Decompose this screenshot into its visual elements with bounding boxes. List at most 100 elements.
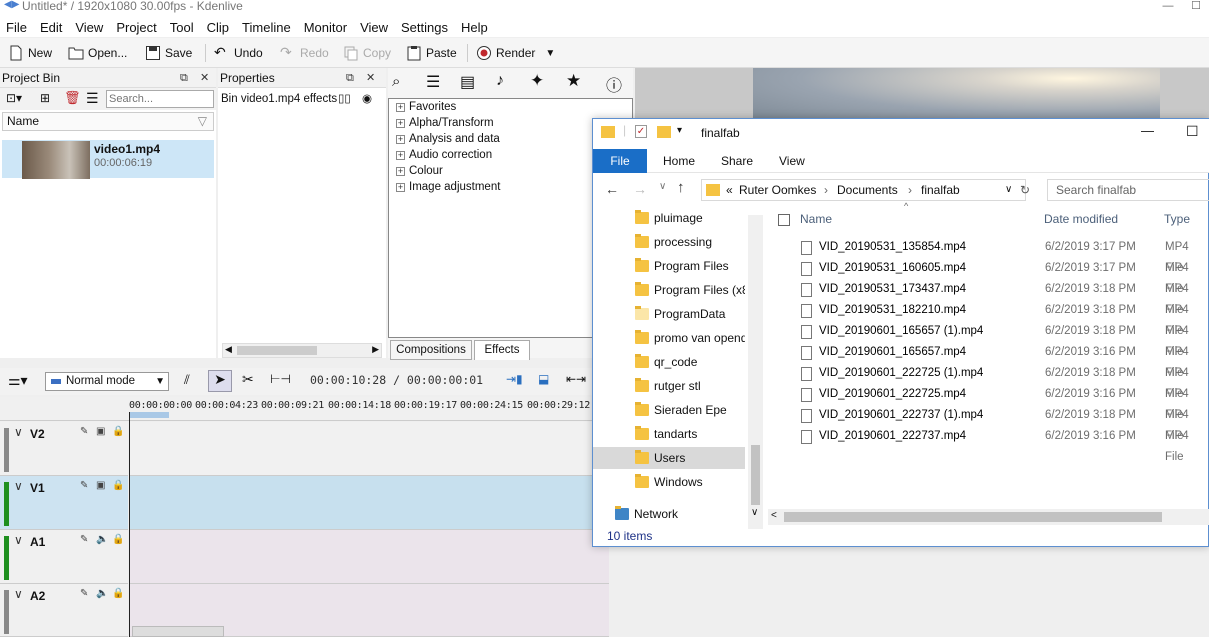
file-row[interactable]: VID_20190531_135854.mp4 6/2/2019 3:17 PM M…	[768, 237, 1209, 274]
effect-icon[interactable]: ✎	[80, 426, 88, 437]
address-bar[interactable]: « Ruter Oomkes › Documents › finalfab ∨ …	[701, 179, 1030, 201]
spacer-tool-icon[interactable]: ⊢⊣	[270, 372, 291, 386]
render-dropdown-icon[interactable]: ▼	[545, 48, 555, 59]
nav-folder[interactable]: promo van opendag	[635, 327, 745, 349]
file-row[interactable]: VID_20190601_222725.mp4 6/2/2019 3:16 PM M…	[768, 384, 1209, 421]
snap-icon[interactable]: ⫽	[184, 372, 190, 388]
expand-icon[interactable]: +	[396, 167, 405, 176]
nav-network[interactable]: Network	[615, 503, 725, 525]
track-area-v1[interactable]	[129, 476, 609, 530]
razor-tool-icon[interactable]: ✂	[242, 371, 254, 388]
timeline-settings-icon[interactable]: ⚌▾	[8, 372, 28, 389]
file-row[interactable]: VID_20190601_165657.mp4 6/2/2019 3:16 PM M…	[768, 342, 1209, 379]
file-row[interactable]: VID_20190531_173437.mp4 6/2/2019 3:18 PM M…	[768, 279, 1209, 316]
extract-icon[interactable]: ⇤⇥	[566, 372, 586, 386]
expand-icon[interactable]: +	[396, 119, 405, 128]
path-overflow[interactable]: «	[726, 180, 733, 200]
view-mode-icon[interactable]: ⊡▾	[6, 91, 22, 105]
effect-icon[interactable]: ✎	[80, 588, 88, 599]
new-folder-icon[interactable]	[657, 126, 671, 138]
info-icon[interactable]: ⓘ	[606, 72, 622, 96]
tab-file[interactable]: File	[593, 149, 647, 173]
track-area-a1[interactable]	[129, 530, 609, 584]
hide-track-icon[interactable]: ▣	[96, 480, 105, 491]
effect-icon[interactable]: ✎	[80, 534, 88, 545]
audio-effects-icon[interactable]: ♪	[496, 72, 504, 90]
expand-icon[interactable]: +	[396, 151, 405, 160]
custom-effects-icon[interactable]: ✦	[530, 71, 544, 91]
quick-access-dropdown-icon[interactable]: ▾	[677, 125, 682, 136]
timecode-display[interactable]: 00:00:10:28 / 00:00:00:01	[310, 373, 483, 387]
chevron-down-icon[interactable]: ∨	[1005, 180, 1012, 200]
lock-icon[interactable]: 🔒	[112, 534, 124, 545]
nav-scrollbar[interactable]: ∨	[748, 215, 763, 529]
menu-file[interactable]: File	[6, 20, 27, 35]
tab-share[interactable]: Share	[721, 154, 753, 168]
menu-clip[interactable]: Clip	[207, 20, 229, 35]
expand-icon[interactable]: +	[396, 135, 405, 144]
explorer-search-input[interactable]: Search finalfab	[1047, 179, 1209, 201]
mute-icon[interactable]: 🔈	[96, 534, 108, 545]
delete-icon[interactable]: 🗑	[64, 90, 81, 106]
video-effects-icon[interactable]: ▤	[460, 72, 475, 92]
float-icon[interactable]: ⧉	[346, 68, 354, 88]
up-icon[interactable]: ↑	[677, 179, 685, 196]
expand-icon[interactable]: +	[396, 183, 405, 192]
column-date-modified[interactable]: Date modified	[1044, 212, 1118, 226]
tab-effects[interactable]: Effects	[474, 340, 530, 360]
add-folder-icon[interactable]: ⊞	[40, 91, 50, 105]
lock-icon[interactable]: 🔒	[112, 588, 124, 599]
maximize-icon[interactable]: ☐	[1186, 123, 1199, 140]
track-area-v2[interactable]	[129, 422, 609, 476]
eye-icon[interactable]: ◉	[362, 88, 372, 110]
scroll-down-icon[interactable]: ∨	[751, 507, 758, 518]
nav-folder[interactable]: Program Files	[635, 255, 745, 277]
breadcrumb-item[interactable]: Ruter Oomkes	[739, 180, 816, 200]
file-row[interactable]: VID_20190601_222725 (1).mp4 6/2/2019 3:18…	[768, 363, 1209, 400]
file-row[interactable]: VID_20190531_182210.mp4 6/2/2019 3:18 PM M…	[768, 300, 1209, 337]
track-header-a1[interactable]: ∨ A1 ✎ 🔈 🔒	[0, 530, 128, 584]
nav-scroll-thumb[interactable]	[751, 445, 760, 505]
collapse-icon[interactable]: ∨	[14, 533, 23, 547]
nav-folder[interactable]: Program Files (x86)	[635, 279, 745, 301]
new-button[interactable]: New	[8, 43, 52, 63]
nav-folder[interactable]: rutger stl	[635, 375, 745, 397]
tab-compositions[interactable]: Compositions	[390, 340, 472, 360]
file-row[interactable]: VID_20190601_222737 (1).mp4 6/2/2019 3:18…	[768, 405, 1209, 442]
lock-icon[interactable]: 🔒	[112, 480, 124, 491]
select-all-checkbox[interactable]	[778, 214, 790, 226]
breadcrumb-item[interactable]: finalfab	[921, 180, 960, 200]
save-button[interactable]: Save	[145, 43, 192, 63]
hide-track-icon[interactable]: ▣	[96, 426, 105, 437]
mute-icon[interactable]: 🔈	[96, 588, 108, 599]
collapse-icon[interactable]: ∨	[14, 479, 23, 493]
breadcrumb-item[interactable]: Documents	[837, 180, 898, 200]
float-icon[interactable]: ⧉	[180, 68, 188, 88]
bin-clip-row[interactable]: video1.mp4 00:00:06:19	[2, 140, 214, 179]
menu-icon[interactable]: ☰	[86, 90, 99, 107]
open-button[interactable]: Open...	[68, 43, 127, 63]
undo-button[interactable]: ↶ Undo	[214, 43, 263, 63]
menu-timeline[interactable]: Timeline	[242, 20, 291, 35]
lock-icon[interactable]: 🔒	[112, 426, 124, 437]
track-header-a2[interactable]: ∨ A2 ✎ 🔈 🔒	[0, 584, 128, 637]
expand-icon[interactable]: +	[396, 103, 405, 112]
collapse-icon[interactable]: ∨	[14, 425, 23, 439]
file-list-scrollbar[interactable]: <	[768, 509, 1209, 525]
minimize-icon[interactable]: —	[1158, 0, 1178, 14]
scroll-left-icon[interactable]: <	[771, 510, 777, 521]
overwrite-icon[interactable]: ⬓	[538, 372, 549, 386]
close-icon[interactable]: ✕	[200, 68, 209, 88]
timeline-scrollbar[interactable]	[132, 626, 224, 637]
redo-button[interactable]: ↷ Redo	[280, 43, 329, 63]
menu-settings[interactable]: Settings	[401, 20, 448, 35]
edit-mode-select[interactable]: Normal mode ▼	[45, 372, 169, 391]
scroll-thumb[interactable]	[237, 346, 317, 355]
hscroll-thumb[interactable]	[784, 512, 1162, 522]
menu-tool[interactable]: Tool	[170, 20, 194, 35]
track-header-v1[interactable]: ∨ V1 ✎ ▣ 🔒	[0, 476, 128, 530]
nav-folder[interactable]: Sieraden Epe	[635, 399, 745, 421]
refresh-icon[interactable]: ↻	[1020, 180, 1030, 200]
menu-view[interactable]: View	[75, 20, 103, 35]
forward-icon[interactable]: →	[633, 181, 647, 197]
